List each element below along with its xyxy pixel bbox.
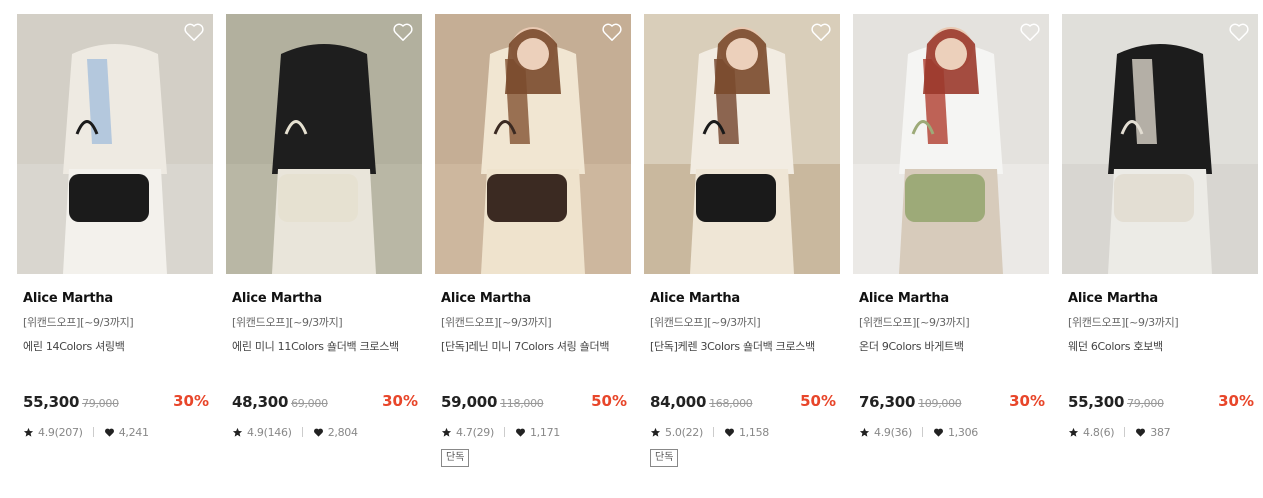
product-card[interactable]: Alice Martha [위캔드오프][~9/3까지] 에린 미니 11Color…: [226, 14, 422, 439]
product-image[interactable]: [644, 14, 840, 274]
product-card[interactable]: Alice Martha [위캔드오프][~9/3까지] [단독]케렌 3Color…: [644, 14, 840, 467]
sale-price: 59,000: [441, 393, 498, 411]
star-icon: [23, 427, 34, 438]
exclusive-badge: 단독: [650, 449, 679, 467]
product-name[interactable]: 에린 미니 11Colors 숄더백 크로스백: [226, 340, 422, 354]
product-promo: [위캔드오프][~9/3까지]: [859, 316, 970, 329]
divider: [712, 427, 714, 437]
product-card[interactable]: Alice Martha [위캔드오프][~9/3까지] 웨던 6Colors 호보…: [1062, 14, 1258, 439]
star-icon: [1068, 427, 1079, 438]
divider: [503, 427, 505, 437]
heart-filled-icon: [313, 427, 324, 438]
product-name[interactable]: [단독]케렌 3Colors 숄더백 크로스백: [644, 340, 840, 354]
heart-filled-icon: [933, 427, 944, 438]
heart-filled-icon: [515, 427, 526, 438]
original-price: 79,000: [82, 397, 119, 410]
product-card[interactable]: Alice Martha [위캔드오프][~9/3까지] 에린 14Colors 셔…: [17, 14, 213, 439]
product-brand[interactable]: Alice Martha: [435, 291, 631, 307]
price-row: 55,300 79,000 30%: [1062, 392, 1258, 412]
star-icon: [441, 427, 452, 438]
star-icon: [232, 427, 243, 438]
product-brand[interactable]: Alice Martha: [853, 291, 1049, 307]
star-icon: [859, 427, 870, 438]
product-name[interactable]: [단독]레닌 미니 7Colors 셔링 숄더백: [435, 340, 631, 354]
product-grid: Alice Martha [위캔드오프][~9/3까지] 에린 14Colors 셔…: [0, 0, 1263, 498]
original-price: 168,000: [709, 397, 753, 410]
like-count: 4,241: [118, 425, 149, 439]
heart-filled-icon: [104, 427, 115, 438]
discount-rate: 50%: [591, 392, 627, 410]
exclusive-badge: 단독: [441, 449, 470, 467]
price-row: 48,300 69,000 30%: [226, 392, 422, 412]
divider: [1124, 427, 1126, 437]
like-count: 1,306: [947, 425, 978, 439]
price-row: 84,000 168,000 50%: [644, 392, 840, 412]
product-name[interactable]: 웨던 6Colors 호보백: [1062, 340, 1258, 354]
product-name[interactable]: 온더 9Colors 바게트백: [853, 340, 1049, 354]
review-meta: 4.9(36) 1,306: [853, 425, 1049, 439]
product-image[interactable]: [1062, 14, 1258, 274]
wishlist-heart-icon[interactable]: [810, 22, 832, 42]
product-promo: [위캔드오프][~9/3까지]: [23, 316, 134, 329]
wishlist-heart-icon[interactable]: [1019, 22, 1041, 42]
sale-price: 48,300: [232, 393, 289, 411]
wishlist-heart-icon[interactable]: [183, 22, 205, 42]
price-row: 76,300 109,000 30%: [853, 392, 1049, 412]
rating-text: 4.9(36): [874, 425, 912, 439]
product-promo: [위캔드오프][~9/3까지]: [232, 316, 343, 329]
product-promo: [위캔드오프][~9/3까지]: [650, 316, 761, 329]
review-meta: 4.7(29) 1,171: [435, 425, 631, 439]
product-image[interactable]: [435, 14, 631, 274]
rating-text: 4.9(146): [247, 425, 292, 439]
discount-rate: 30%: [1218, 392, 1254, 410]
product-brand[interactable]: Alice Martha: [226, 291, 422, 307]
review-meta: 4.9(207) 4,241: [17, 425, 213, 439]
sale-price: 76,300: [859, 393, 916, 411]
review-meta: 4.9(146) 2,804: [226, 425, 422, 439]
wishlist-heart-icon[interactable]: [1228, 22, 1250, 42]
divider: [92, 427, 94, 437]
product-brand[interactable]: Alice Martha: [17, 291, 213, 307]
heart-filled-icon: [1135, 427, 1146, 438]
divider: [921, 427, 923, 437]
discount-rate: 30%: [1009, 392, 1045, 410]
rating-text: 4.7(29): [456, 425, 494, 439]
product-brand[interactable]: Alice Martha: [644, 291, 840, 307]
discount-rate: 30%: [173, 392, 209, 410]
original-price: 69,000: [291, 397, 328, 410]
rating-text: 4.9(207): [38, 425, 83, 439]
price-row: 59,000 118,000 50%: [435, 392, 631, 412]
product-name[interactable]: 에린 14Colors 셔링백: [17, 340, 213, 354]
sale-price: 55,300: [1068, 393, 1125, 411]
original-price: 109,000: [918, 397, 962, 410]
product-image[interactable]: [226, 14, 422, 274]
wishlist-heart-icon[interactable]: [601, 22, 623, 42]
rating-text: 5.0(22): [665, 425, 703, 439]
sale-price: 84,000: [650, 393, 707, 411]
discount-rate: 30%: [382, 392, 418, 410]
product-brand[interactable]: Alice Martha: [1062, 291, 1258, 307]
rating-text: 4.8(6): [1083, 425, 1115, 439]
star-icon: [650, 427, 661, 438]
like-count: 1,171: [529, 425, 560, 439]
like-count: 387: [1150, 425, 1171, 439]
price-row: 55,300 79,000 30%: [17, 392, 213, 412]
wishlist-heart-icon[interactable]: [392, 22, 414, 42]
divider: [301, 427, 303, 437]
heart-filled-icon: [724, 427, 735, 438]
like-count: 1,158: [738, 425, 769, 439]
product-card[interactable]: Alice Martha [위캔드오프][~9/3까지] [단독]레닌 미니 7Co…: [435, 14, 631, 467]
product-promo: [위캔드오프][~9/3까지]: [441, 316, 552, 329]
review-meta: 5.0(22) 1,158: [644, 425, 840, 439]
original-price: 79,000: [1127, 397, 1164, 410]
product-image[interactable]: [853, 14, 1049, 274]
like-count: 2,804: [327, 425, 358, 439]
original-price: 118,000: [500, 397, 544, 410]
discount-rate: 50%: [800, 392, 836, 410]
product-card[interactable]: Alice Martha [위캔드오프][~9/3까지] 온더 9Colors 바게…: [853, 14, 1049, 439]
sale-price: 55,300: [23, 393, 80, 411]
product-image[interactable]: [17, 14, 213, 274]
product-promo: [위캔드오프][~9/3까지]: [1068, 316, 1179, 329]
review-meta: 4.8(6) 387: [1062, 425, 1258, 439]
